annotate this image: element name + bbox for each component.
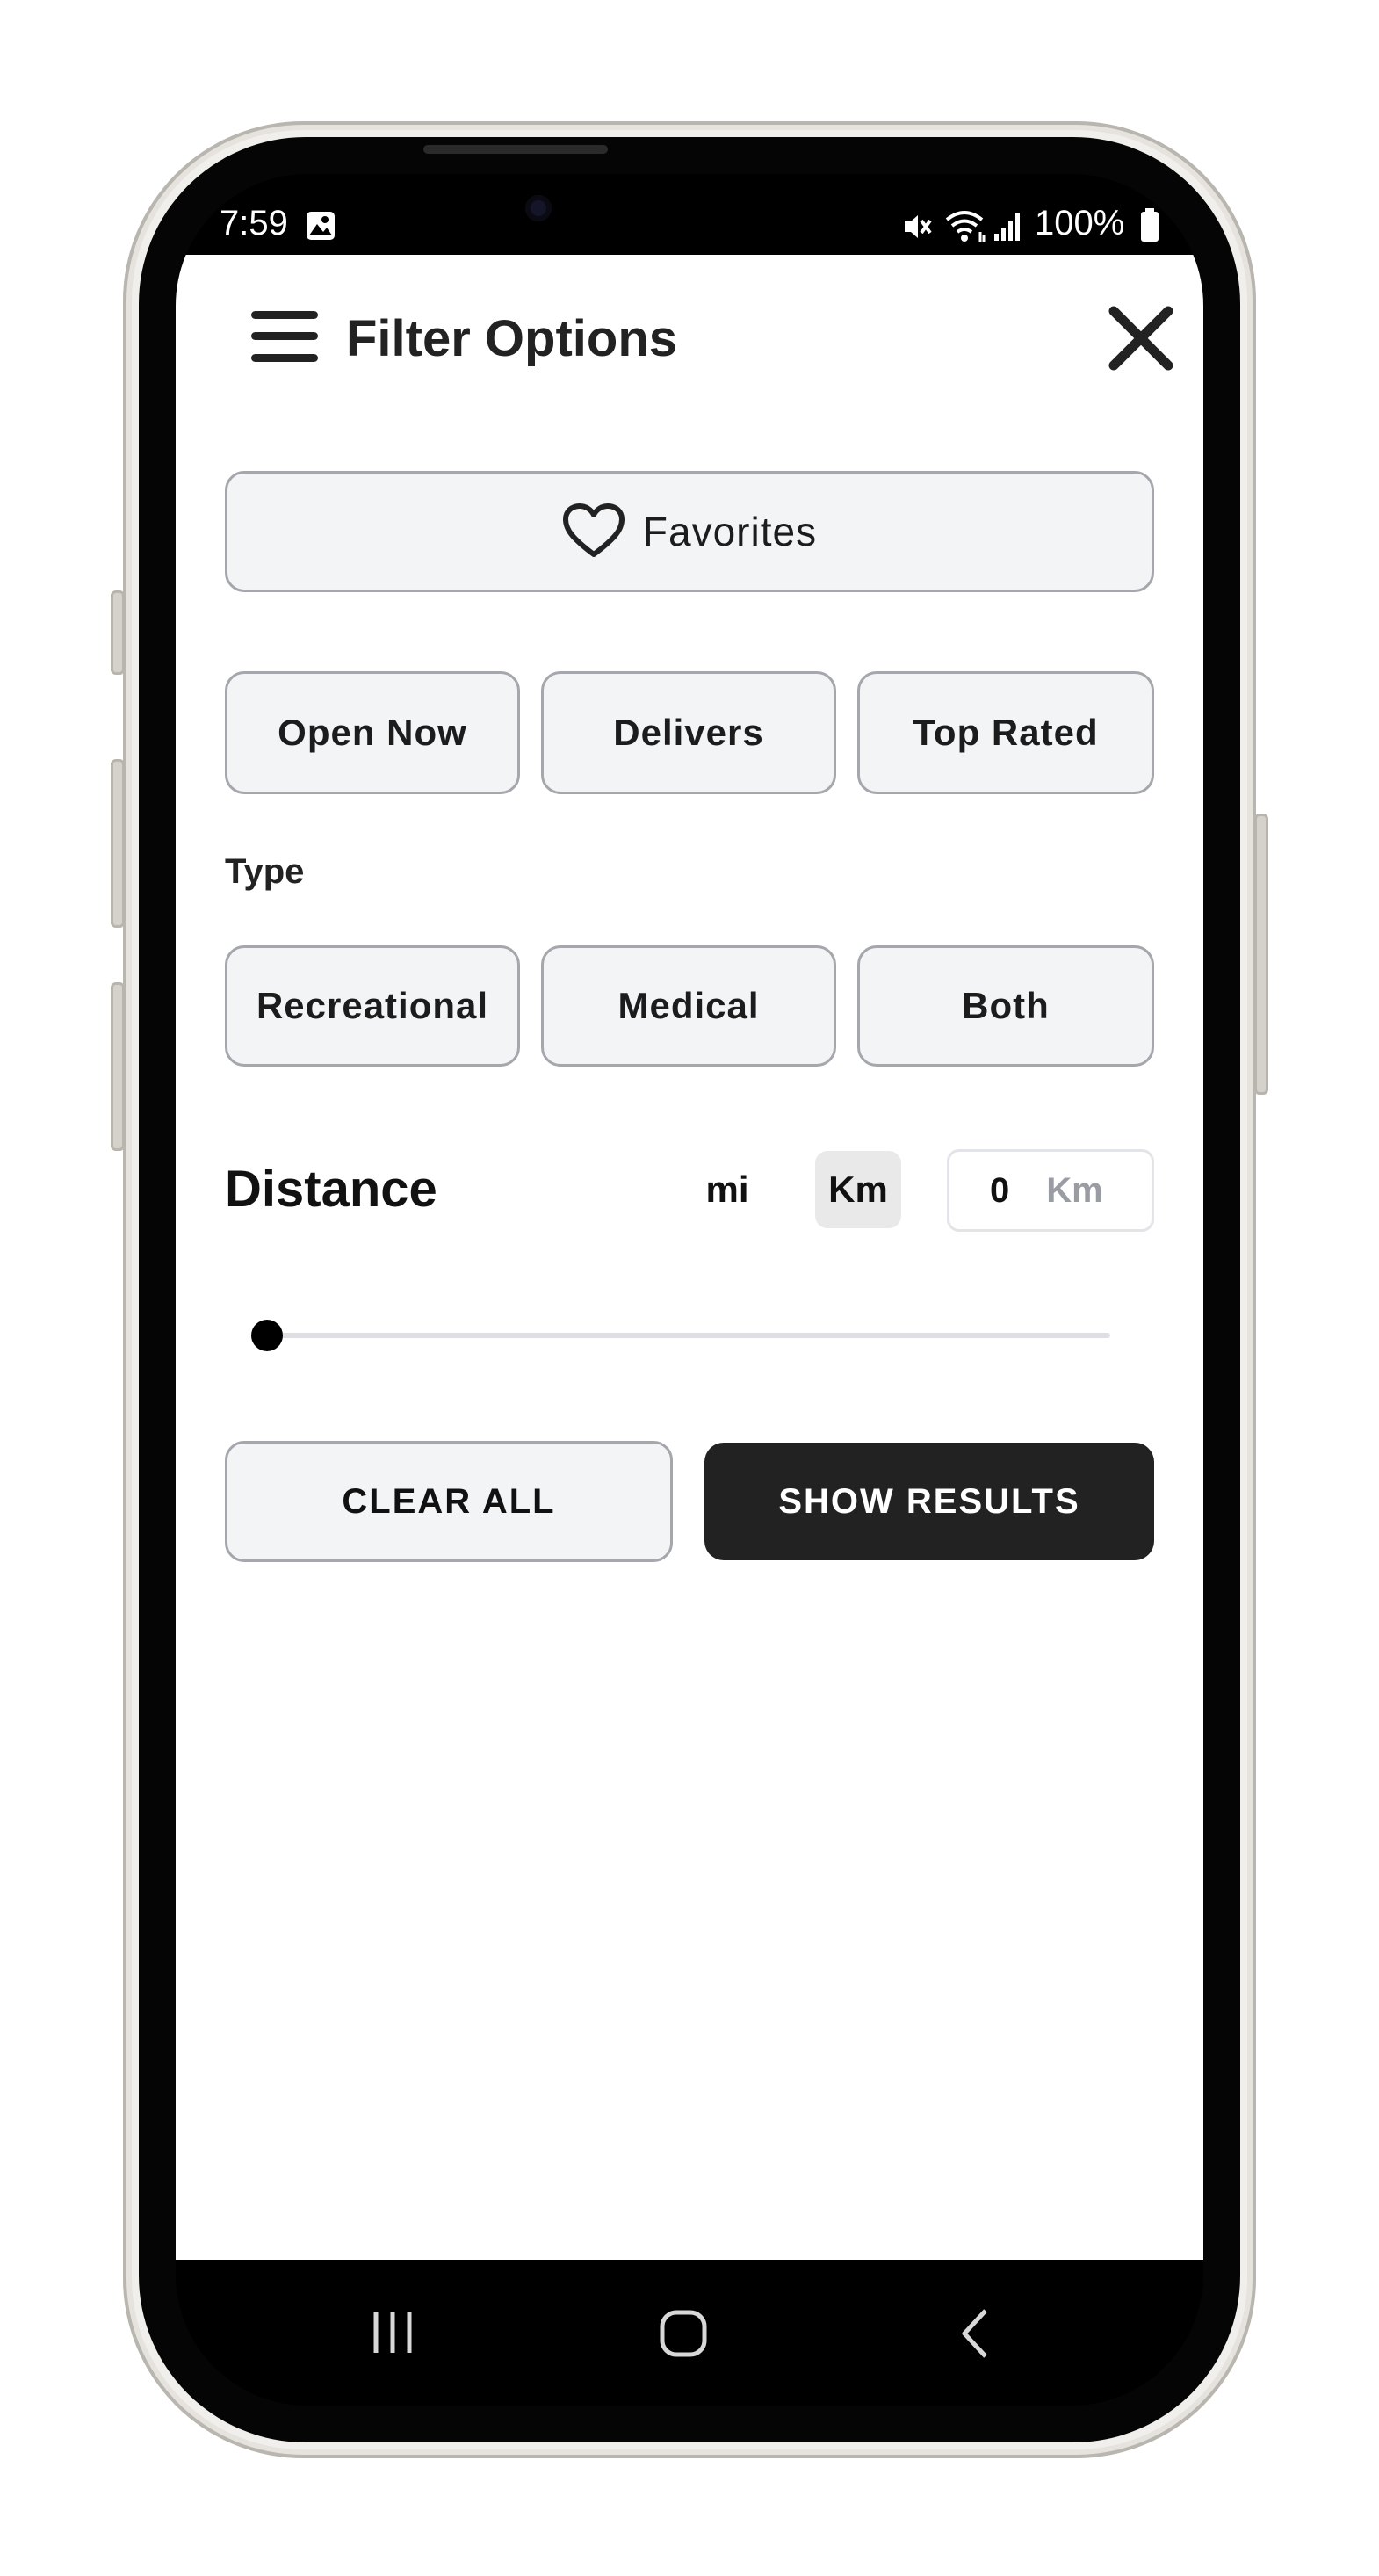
distance-value-unit: Km bbox=[1046, 1170, 1103, 1210]
distance-value: 0 bbox=[990, 1170, 1010, 1210]
unit-km-toggle[interactable]: Km bbox=[815, 1151, 901, 1228]
type-recreational-button[interactable]: Recreational bbox=[225, 945, 520, 1067]
favorites-button[interactable]: Favorites bbox=[225, 471, 1154, 592]
speaker-grille bbox=[423, 145, 608, 154]
favorites-label: Favorites bbox=[642, 509, 818, 554]
side-button-action bbox=[111, 590, 125, 675]
home-icon[interactable] bbox=[659, 2309, 708, 2358]
front-camera bbox=[525, 195, 552, 221]
unit-mi-toggle[interactable]: mi bbox=[683, 1151, 771, 1228]
type-both-button[interactable]: Both bbox=[857, 945, 1154, 1067]
signal-icon bbox=[994, 213, 1020, 241]
distance-label: Distance bbox=[225, 1161, 437, 1218]
wifi-icon bbox=[945, 211, 986, 242]
filter-open-now-button[interactable]: Open Now bbox=[225, 671, 520, 794]
type-medical-button[interactable]: Medical bbox=[541, 945, 836, 1067]
clear-all-button[interactable]: CLEAR ALL bbox=[225, 1441, 673, 1562]
back-icon[interactable] bbox=[957, 2307, 993, 2360]
close-icon[interactable] bbox=[1107, 304, 1175, 373]
mute-icon bbox=[905, 215, 932, 238]
filter-top-rated-button[interactable]: Top Rated bbox=[857, 671, 1154, 794]
battery-icon bbox=[1141, 208, 1159, 242]
distance-value-field[interactable]: 0 Km bbox=[947, 1149, 1154, 1232]
camera-notch bbox=[478, 174, 899, 265]
distance-slider-thumb[interactable] bbox=[251, 1320, 283, 1351]
type-section-label: Type bbox=[225, 852, 305, 891]
hamburger-menu-icon[interactable] bbox=[251, 309, 318, 364]
system-nav-bar bbox=[176, 2260, 1203, 2406]
distance-slider-track[interactable] bbox=[267, 1333, 1110, 1338]
side-button-power bbox=[1254, 814, 1268, 1095]
filter-delivers-button[interactable]: Delivers bbox=[541, 671, 836, 794]
battery-percent: 100% bbox=[1035, 204, 1125, 242]
gallery-icon bbox=[307, 212, 335, 240]
filter-panel: Filter Options Favorites Open Now Delive… bbox=[176, 255, 1203, 2260]
page-title: Filter Options bbox=[346, 310, 677, 367]
status-time: 7:59 bbox=[220, 204, 288, 242]
show-results-button[interactable]: SHOW RESULTS bbox=[704, 1443, 1154, 1560]
side-button-volume-up bbox=[111, 759, 125, 928]
recent-apps-icon[interactable] bbox=[371, 2309, 415, 2356]
heart-icon bbox=[562, 503, 625, 557]
phone-screen: 7:59 100% Filter Options Favorites Open … bbox=[176, 174, 1203, 2406]
side-button-volume-down bbox=[111, 982, 125, 1151]
